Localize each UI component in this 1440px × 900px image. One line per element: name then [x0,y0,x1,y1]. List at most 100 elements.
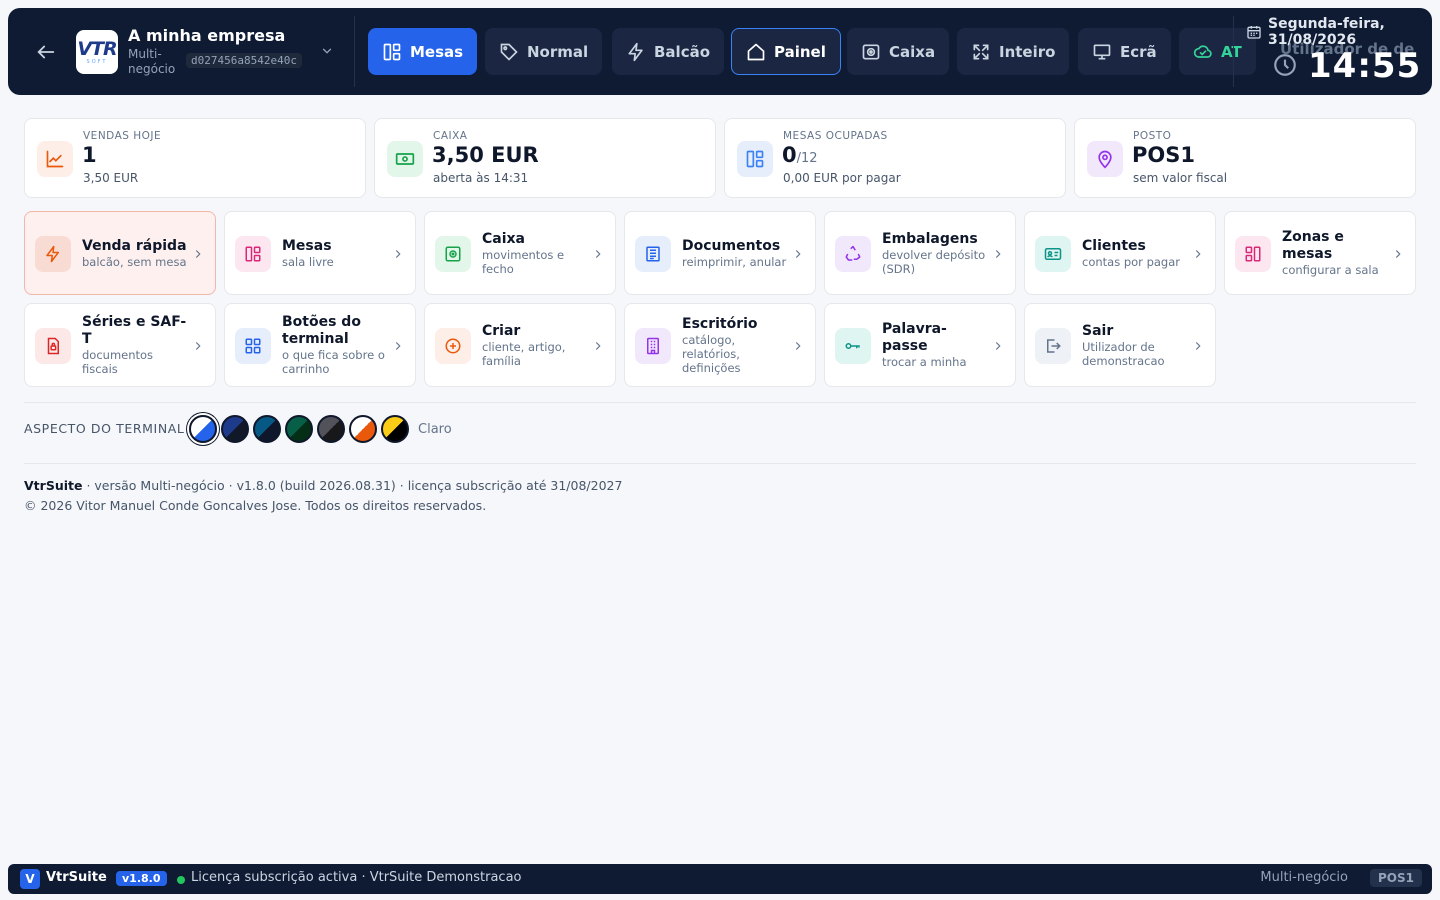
theme-swatch[interactable] [253,415,281,443]
nav-mesas[interactable]: Mesas [368,28,478,75]
tile-sub: trocar a minha [882,355,967,369]
tile-sub: Utilizador de demonstracao [1082,339,1165,368]
tile-sub: sala livre [282,254,334,269]
back-button[interactable] [32,38,60,66]
divider [24,463,1416,464]
tile-icon-wrap [835,328,871,364]
tile-title: Zonas e mesas [1282,229,1344,262]
kpi-label: CAIXA [433,130,468,142]
theme-swatch[interactable] [317,415,345,443]
app-logo: V [20,869,40,889]
chevron-right-icon [1195,250,1201,258]
theme-swatch[interactable] [381,415,409,443]
id-card-icon [1044,248,1062,260]
theme-swatch[interactable] [189,415,217,443]
tile-criar[interactable]: Criar cliente, artigo, família [424,303,616,387]
kpi-value: 1 [82,143,97,167]
tile-mesas[interactable]: Mesas sala livre [224,211,416,295]
tile-escritorio[interactable]: Escritório catálogo, relatórios, definiç… [624,303,816,387]
tile-icon-wrap [635,236,671,272]
tile-sub: documentos fiscais [82,348,154,376]
theme-swatch[interactable] [221,415,249,443]
kpi-label: VENDAS HOJE [83,130,162,142]
copyright: © 2026 Vitor Manuel Conde Goncalves Jose… [24,498,487,513]
tile-sub: balcão, sem mesa [82,254,187,269]
theme-swatch[interactable] [285,415,313,443]
tile-embalagens[interactable]: Embalagens devolver depósito (SDR) [824,211,1016,295]
chevron-right-icon [795,250,801,258]
tile-sub: catálogo, relatórios, definições [682,332,741,375]
tile-text: Venda rápida balcão, sem mesa [82,212,190,294]
tile-zonas-mesas[interactable]: Zonas e mesas configurar a sala [1224,211,1416,295]
nav-ecra[interactable]: Ecrã [1078,28,1171,75]
nav-label: Caixa [889,42,936,61]
tile-text: Criar cliente, artigo, família [482,304,590,386]
tile-icon-wrap [35,328,71,364]
kpi-label: POSTO [1133,130,1172,142]
home-icon [747,43,765,60]
tile-text: Caixa movimentos e fecho [482,212,590,294]
arrow-left-icon [37,45,55,59]
tile-title: Palavra-passe [882,321,947,354]
nav-at[interactable]: AT [1179,28,1256,75]
tile-text: Zonas e mesas configurar a sala [1282,212,1390,294]
nav-balcao[interactable]: Balcão [612,28,725,75]
tile-title: Documentos [682,237,781,254]
theme-swatch[interactable] [349,415,377,443]
chevron-right-icon [995,250,1001,258]
tile-sub: cliente, artigo, família [482,339,566,368]
plus-circle-icon [445,338,461,354]
nav-inteiro[interactable]: Inteiro [957,28,1070,75]
tile-icon-wrap [35,236,71,272]
tile-botoes-terminal[interactable]: Botões do terminal o que fica sobre o ca… [224,303,416,387]
chevron-down-icon[interactable] [320,44,334,58]
chevron-right-icon [195,342,201,350]
tile-text: Sair Utilizador de demonstracao [1082,304,1190,386]
document-icon [646,246,660,262]
tile-series-saft[interactable]: Séries e SAF-T documentos fiscais [24,303,216,387]
tile-documentos[interactable]: Documentos reimprimir, anular [624,211,816,295]
tile-title: Clientes [1082,237,1146,254]
tile-sub: o que fica sobre o carrinho [282,348,385,376]
current-time: 14:55 [1308,46,1422,86]
kpi-value-total: /12 [796,151,818,166]
tile-icon-wrap [835,236,871,272]
tile-text: Séries e SAF-T documentos fiscais [82,304,190,386]
kpi-value-main: 0 [782,143,797,167]
tag-icon [500,43,518,61]
key-icon [845,343,860,349]
tile-clientes[interactable]: Clientes contas por pagar [1024,211,1216,295]
kpi-value: 3,50 EUR [432,143,539,167]
app-name: VtrSuite [46,870,107,885]
aspect-label: ASPECTO DO TERMINAL [24,421,185,436]
kpi-sub: 0,00 EUR por pagar [783,171,901,185]
chevron-right-icon [395,250,401,258]
company-name: A minha empresa [128,26,286,45]
clock-icon [1274,54,1296,76]
divider [24,402,1416,403]
tile-caixa[interactable]: Caixa movimentos e fecho [424,211,616,295]
company-id: d027456a8542e40c [186,53,302,68]
kpi-sub: 3,50 EUR [83,171,139,185]
company-logo: VTR SOFT [76,30,118,74]
pos-badge: POS1 [1370,869,1422,887]
business-mode: Multi-negócio [1260,870,1348,885]
tile-sair[interactable]: Sair Utilizador de demonstracao [1024,303,1216,387]
tile-text: Embalagens devolver depósito (SDR) [882,212,990,294]
tables-icon [245,246,261,262]
safe-icon [445,246,461,262]
layout-icon [1245,246,1261,262]
nav-label: Mesas [410,42,464,61]
nav-caixa[interactable]: Caixa [847,28,950,75]
nav-normal[interactable]: Normal [485,28,603,75]
chevron-right-icon [995,342,1001,350]
version-badge: v1.8.0 [116,871,167,886]
tile-venda-rapida[interactable]: Venda rápida balcão, sem mesa [24,211,216,295]
trend-up-icon [46,150,64,168]
header-divider [1233,16,1234,87]
tile-palavra-passe[interactable]: Palavra-passe trocar a minha [824,303,1016,387]
kpi-value-main: 3,50 EUR [432,143,539,167]
tile-title: Embalagens [882,230,978,247]
nav-painel[interactable]: Painel [731,28,841,75]
chevron-right-icon [795,342,801,350]
